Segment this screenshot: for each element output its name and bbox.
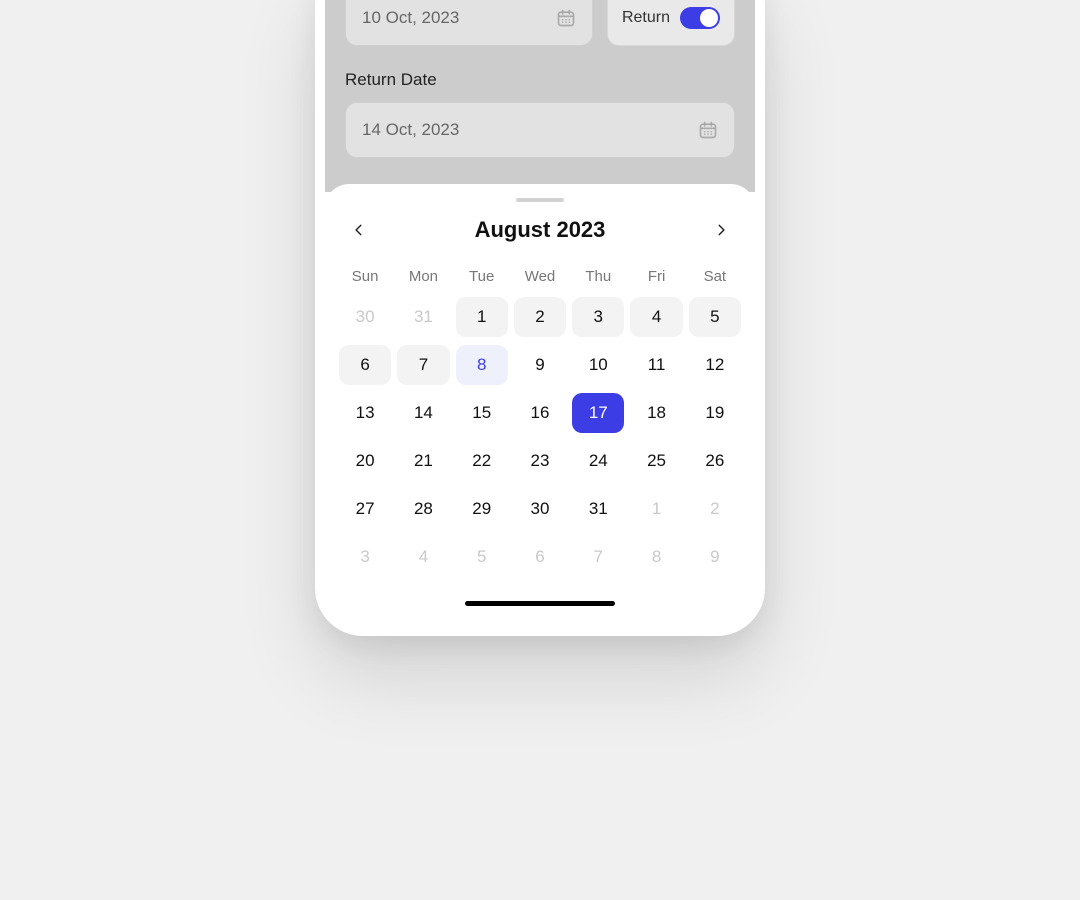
calendar-day[interactable]: 13 [339, 393, 391, 433]
calendar-day[interactable]: 31 [572, 489, 624, 529]
calendar-day[interactable]: 15 [456, 393, 508, 433]
calendar-day[interactable]: 27 [339, 489, 391, 529]
calendar-day[interactable]: 1 [456, 297, 508, 337]
calendar-day[interactable]: 29 [456, 489, 508, 529]
calendar-day[interactable]: 30 [339, 297, 391, 337]
calendar-day[interactable]: 24 [572, 441, 624, 481]
calendar-icon [556, 8, 576, 28]
calendar-day[interactable]: 9 [514, 345, 566, 385]
calendar-grid: 3031123456789101112131415161718192021222… [339, 297, 741, 577]
calendar-day[interactable]: 23 [514, 441, 566, 481]
calendar-day[interactable]: 5 [689, 297, 741, 337]
day-of-week-header: Thu [572, 262, 624, 291]
screen: 10 Oct, 2023 Return Return Date 14 Oct, … [325, 0, 755, 626]
day-of-week-header: Wed [514, 262, 566, 291]
calendar-day[interactable]: 2 [689, 489, 741, 529]
home-indicator [465, 601, 615, 606]
calendar-day[interactable]: 25 [630, 441, 682, 481]
calendar-day[interactable]: 4 [397, 537, 449, 577]
calendar-sheet: August 2023 SunMonTueWedThuFriSat 303112… [325, 184, 755, 626]
calendar-day[interactable]: 5 [456, 537, 508, 577]
calendar-day[interactable]: 8 [630, 537, 682, 577]
return-date-field[interactable]: 14 Oct, 2023 [345, 102, 735, 158]
calendar-day[interactable]: 6 [339, 345, 391, 385]
calendar-day[interactable]: 19 [689, 393, 741, 433]
calendar-day[interactable]: 1 [630, 489, 682, 529]
calendar-icon [698, 120, 718, 140]
calendar-day[interactable]: 3 [339, 537, 391, 577]
return-toggle-box: Return [607, 0, 735, 46]
day-of-week-header: Mon [397, 262, 449, 291]
calendar-day[interactable]: 11 [630, 345, 682, 385]
calendar-day[interactable]: 7 [397, 345, 449, 385]
calendar-month-title: August 2023 [475, 217, 606, 243]
return-date-value: 14 Oct, 2023 [362, 120, 459, 140]
return-toggle-label: Return [622, 9, 670, 27]
day-of-week-header: Tue [456, 262, 508, 291]
background-form: 10 Oct, 2023 Return Return Date 14 Oct, … [325, 0, 755, 192]
calendar-day[interactable]: 8 [456, 345, 508, 385]
calendar-day[interactable]: 2 [514, 297, 566, 337]
chevron-right-icon [714, 223, 728, 237]
calendar-day[interactable]: 14 [397, 393, 449, 433]
calendar-day[interactable]: 10 [572, 345, 624, 385]
calendar-day[interactable]: 30 [514, 489, 566, 529]
calendar-day[interactable]: 20 [339, 441, 391, 481]
calendar-day[interactable]: 17 [572, 393, 624, 433]
return-toggle[interactable] [680, 7, 720, 29]
calendar-day[interactable]: 21 [397, 441, 449, 481]
days-of-week-row: SunMonTueWedThuFriSat [339, 262, 741, 291]
calendar-day[interactable]: 16 [514, 393, 566, 433]
day-of-week-header: Sat [689, 262, 741, 291]
calendar-day[interactable]: 31 [397, 297, 449, 337]
next-month-button[interactable] [707, 216, 735, 244]
calendar-day[interactable]: 7 [572, 537, 624, 577]
calendar-day[interactable]: 26 [689, 441, 741, 481]
calendar-day[interactable]: 3 [572, 297, 624, 337]
calendar-day[interactable]: 9 [689, 537, 741, 577]
day-of-week-header: Sun [339, 262, 391, 291]
calendar-header: August 2023 [339, 216, 741, 244]
prev-month-button[interactable] [345, 216, 373, 244]
toggle-knob [700, 9, 718, 27]
calendar-day[interactable]: 18 [630, 393, 682, 433]
return-date-label: Return Date [345, 70, 735, 90]
day-of-week-header: Fri [630, 262, 682, 291]
chevron-left-icon [352, 223, 366, 237]
sheet-handle[interactable] [516, 198, 564, 202]
phone-shell: 10 Oct, 2023 Return Return Date 14 Oct, … [315, 0, 765, 636]
calendar-day[interactable]: 4 [630, 297, 682, 337]
calendar-day[interactable]: 12 [689, 345, 741, 385]
depart-date-field[interactable]: 10 Oct, 2023 [345, 0, 593, 46]
calendar-day[interactable]: 6 [514, 537, 566, 577]
depart-date-value: 10 Oct, 2023 [362, 8, 459, 28]
calendar-day[interactable]: 28 [397, 489, 449, 529]
calendar-day[interactable]: 22 [456, 441, 508, 481]
